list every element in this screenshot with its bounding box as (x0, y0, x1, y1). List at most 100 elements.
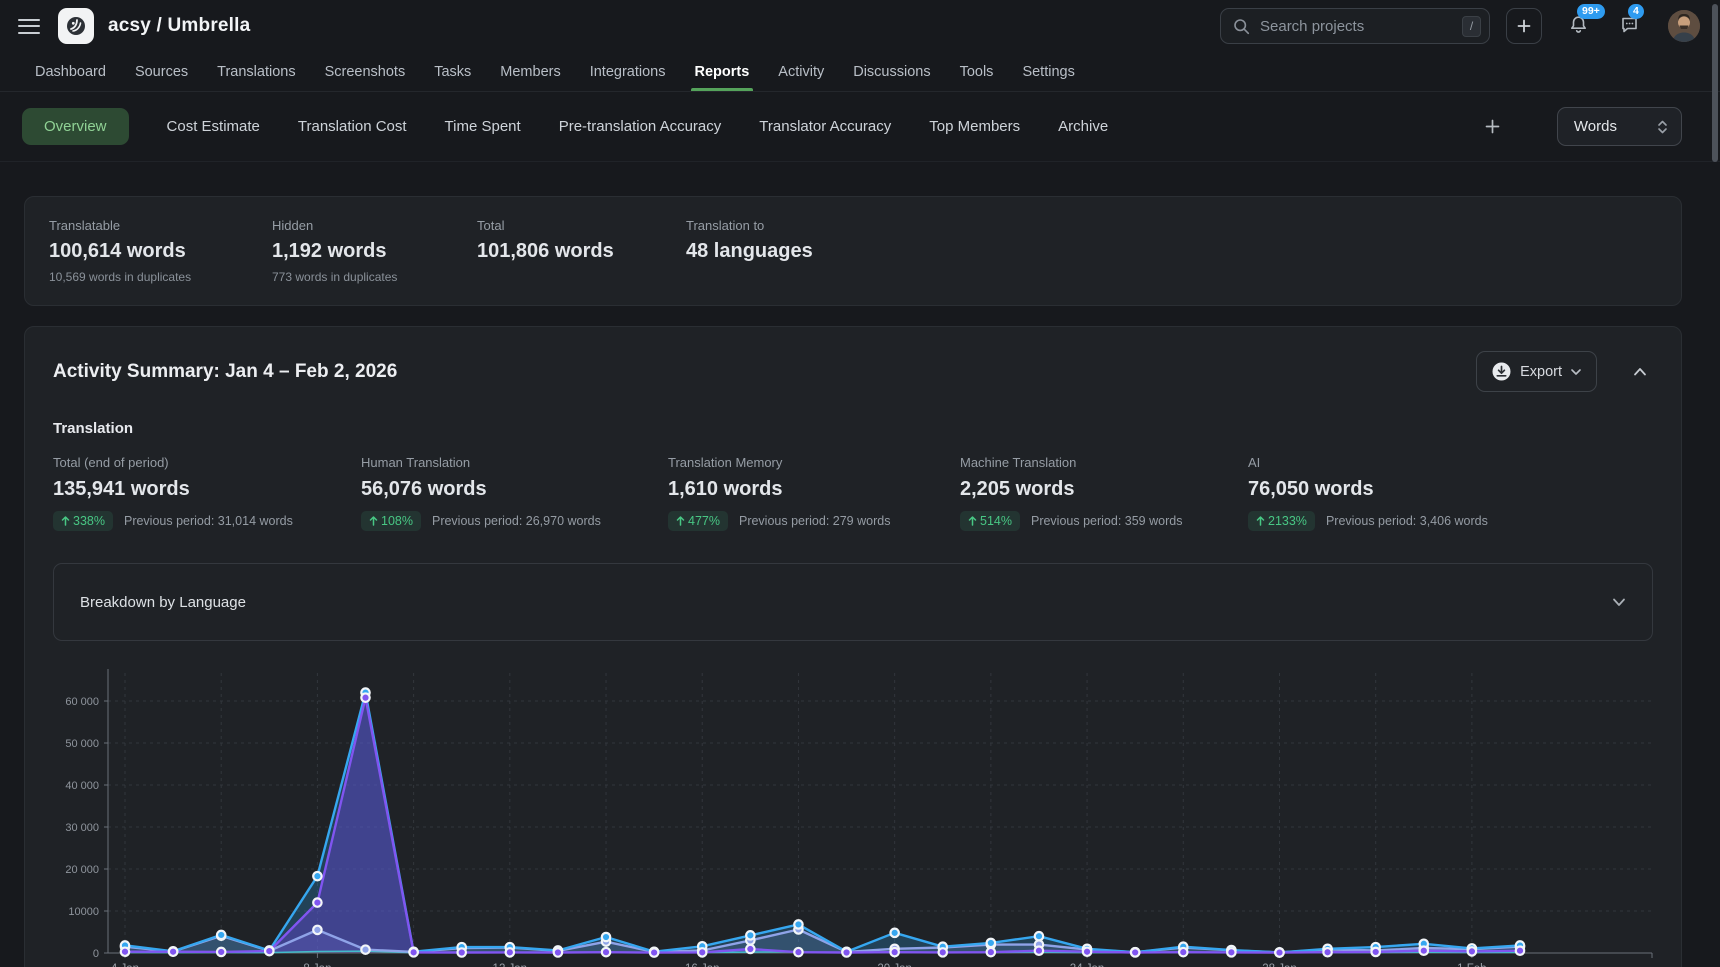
svg-text:8 Jan: 8 Jan (303, 963, 331, 967)
nav-item-sources[interactable]: Sources (134, 52, 189, 91)
svg-text:4 Jan: 4 Jan (111, 963, 139, 967)
tab-archive[interactable]: Archive (1058, 118, 1108, 135)
messages-button[interactable]: 4 (1615, 10, 1644, 42)
svg-text:20 Jan: 20 Jan (877, 963, 912, 967)
trend-badge: 477% (668, 511, 728, 531)
tstat-label: Translation Memory (668, 455, 960, 470)
stat-translatable: Translatable 100,614 words 10,569 words … (49, 218, 272, 284)
trend-up-icon (61, 516, 70, 526)
svg-text:12 Jan: 12 Jan (493, 963, 528, 967)
stat-value: 48 languages (686, 240, 813, 263)
nav-item-tools[interactable]: Tools (959, 52, 995, 91)
logo-swirl-icon (64, 14, 88, 38)
trend-up-icon (676, 516, 685, 526)
svg-text:60 000: 60 000 (65, 696, 99, 708)
activity-summary-card: Activity Summary: Jan 4 – Feb 2, 2026 Ex… (24, 326, 1682, 967)
nav-item-translations[interactable]: Translations (216, 52, 296, 91)
reports-subnav: Overview Cost Estimate Translation Cost … (0, 92, 1720, 162)
previous-period: Previous period: 279 words (739, 514, 890, 528)
tstat-tm: Translation Memory 1,610 words 477% Prev… (668, 455, 960, 531)
nav-item-settings[interactable]: Settings (1021, 52, 1075, 91)
previous-period: Previous period: 359 words (1031, 514, 1182, 528)
tab-cost-estimate[interactable]: Cost Estimate (167, 118, 260, 135)
plus-icon (1484, 118, 1501, 135)
search-shortcut-key: / (1462, 16, 1481, 37)
stat-translation-to: Translation to 48 languages (686, 218, 813, 284)
tab-pre-translation-accuracy[interactable]: Pre-translation Accuracy (559, 118, 722, 135)
stat-note: 773 words in duplicates (272, 270, 477, 284)
breakdown-label: Breakdown by Language (80, 594, 246, 611)
stat-total: Total 101,806 words (477, 218, 686, 284)
project-words-summary-card: Translatable 100,614 words 10,569 words … (24, 196, 1682, 306)
previous-period: Previous period: 31,014 words (124, 514, 293, 528)
tab-top-members[interactable]: Top Members (929, 118, 1020, 135)
project-title: acsy / Umbrella (108, 15, 250, 37)
trend-up-icon (968, 516, 977, 526)
tab-translation-cost[interactable]: Translation Cost (298, 118, 407, 135)
main-content: Translatable 100,614 words 10,569 words … (0, 196, 1720, 967)
nav-item-screenshots[interactable]: Screenshots (324, 52, 407, 91)
activity-summary-title: Activity Summary: Jan 4 – Feb 2, 2026 (53, 361, 397, 383)
top-bar: acsy / Umbrella Search projects / 99+ 4 (0, 0, 1720, 52)
trend-up-icon (1256, 516, 1265, 526)
trend-badge: 514% (960, 511, 1020, 531)
tab-translator-accuracy[interactable]: Translator Accuracy (759, 118, 891, 135)
messages-badge: 4 (1628, 4, 1644, 19)
tab-time-spent[interactable]: Time Spent (445, 118, 521, 135)
stat-label: Translatable (49, 218, 272, 233)
plus-icon (1516, 18, 1532, 34)
svg-text:1 Feb: 1 Feb (1457, 963, 1486, 967)
stat-label: Total (477, 218, 686, 233)
translation-stats-row: Total (end of period) 135,941 words 338%… (53, 455, 1653, 531)
breakdown-by-language-toggle[interactable]: Breakdown by Language (53, 563, 1653, 641)
unit-select-value: Words (1574, 118, 1617, 135)
previous-period: Previous period: 3,406 words (1326, 514, 1488, 528)
caret-down-icon (1571, 369, 1581, 375)
add-report-button[interactable] (1480, 114, 1505, 139)
nav-item-discussions[interactable]: Discussions (852, 52, 931, 91)
tstat-label: Human Translation (361, 455, 668, 470)
tstat-label: Total (end of period) (53, 455, 361, 470)
search-placeholder: Search projects (1260, 18, 1452, 35)
notifications-badge: 99+ (1577, 4, 1605, 19)
tstat-value: 135,941 words (53, 478, 361, 501)
scrollbar-thumb[interactable] (1712, 4, 1718, 162)
stat-value: 101,806 words (477, 240, 686, 263)
export-button[interactable]: Export (1476, 351, 1597, 392)
create-project-button[interactable] (1506, 8, 1542, 44)
svg-text:10000: 10000 (68, 906, 99, 918)
tstat-total: Total (end of period) 135,941 words 338%… (53, 455, 361, 531)
trend-badge: 338% (53, 511, 113, 531)
main-nav: Dashboard Sources Translations Screensho… (0, 52, 1720, 92)
trend-badge: 108% (361, 511, 421, 531)
avatar-photo (1668, 10, 1700, 42)
project-logo[interactable] (58, 8, 94, 44)
chevron-up-icon (1633, 367, 1647, 376)
stat-hidden: Hidden 1,192 words 773 words in duplicat… (272, 218, 477, 284)
unit-select[interactable]: Words (1557, 107, 1682, 146)
nav-item-dashboard[interactable]: Dashboard (34, 52, 107, 91)
notifications-button[interactable]: 99+ (1564, 10, 1593, 42)
svg-text:20 000: 20 000 (65, 864, 99, 876)
tstat-mt: Machine Translation 2,205 words 514% Pre… (960, 455, 1248, 531)
search-box[interactable]: Search projects / (1220, 8, 1490, 44)
nav-item-tasks[interactable]: Tasks (433, 52, 472, 91)
collapse-section-button[interactable] (1627, 358, 1653, 385)
user-avatar[interactable] (1668, 10, 1700, 42)
nav-item-reports[interactable]: Reports (694, 52, 751, 91)
trend-badge: 2133% (1248, 511, 1315, 531)
activity-chart: 01000020 00030 00040 00050 00060 0004 Ja… (53, 657, 1653, 967)
nav-item-members[interactable]: Members (499, 52, 561, 91)
svg-text:24 Jan: 24 Jan (1070, 963, 1105, 967)
download-icon (1492, 362, 1511, 381)
tab-overview[interactable]: Overview (22, 108, 129, 145)
chevron-down-icon (1612, 598, 1626, 607)
hamburger-menu-button[interactable] (18, 19, 40, 34)
translation-section-title: Translation (53, 420, 1653, 437)
trend-up-icon (369, 516, 378, 526)
tstat-value: 1,610 words (668, 478, 960, 501)
nav-item-integrations[interactable]: Integrations (589, 52, 667, 91)
tstat-value: 2,205 words (960, 478, 1248, 501)
stat-label: Translation to (686, 218, 813, 233)
nav-item-activity[interactable]: Activity (777, 52, 825, 91)
